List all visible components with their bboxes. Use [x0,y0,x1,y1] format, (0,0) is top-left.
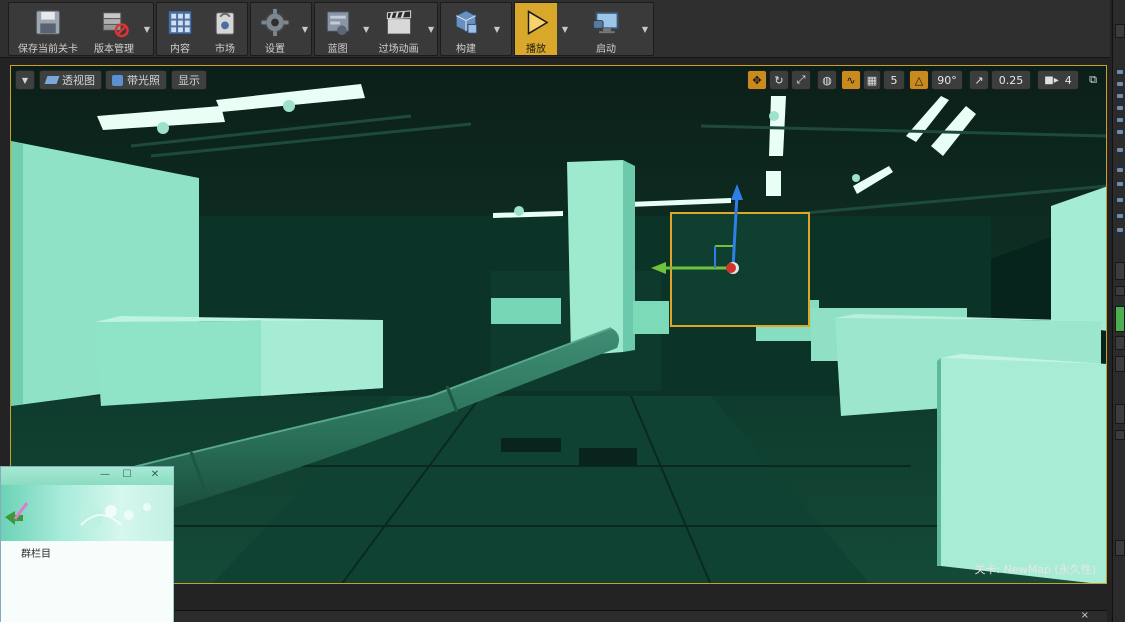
maximize-icon[interactable]: ☐ [119,468,135,482]
column-label: 群栏目 [21,549,51,560]
details-row[interactable] [1115,404,1125,424]
side-item-icon[interactable] [1117,168,1123,172]
perspective-icon [44,76,60,84]
current-level-label: 关卡: NewMap (永久性) [974,563,1097,576]
camera-speed-button[interactable]: ■▸ 4 [1037,70,1079,90]
cinematics-button[interactable]: 过场动画 [372,3,425,55]
play-options-dropdown[interactable]: ▼ [557,3,573,55]
launch-dropdown[interactable]: ▼ [639,3,651,55]
window-titlebar[interactable]: — ☐ ✕ [1,467,173,485]
side-panel-strip [1112,0,1125,622]
details-row[interactable] [1115,336,1125,350]
blueprints-dropdown[interactable]: ▼ [360,3,372,55]
clapperboard-icon [386,10,411,35]
world-space-icon[interactable]: ◍ [817,70,837,90]
rotation-snap-value[interactable]: 90° [931,70,963,90]
details-row[interactable] [1115,540,1125,556]
close-icon[interactable]: ✕ [147,468,163,482]
side-item-icon[interactable] [1117,228,1123,232]
settings-button[interactable]: 设置 [251,3,299,55]
lit-sphere-icon [112,74,123,86]
add-component-button[interactable] [1115,306,1125,332]
editor-window: 保存当前关卡 版本管理 ▼ 内容 市场 设置 ▼ 蓝图 ▼ 过场动画 ▼ 构建 … [0,0,1125,622]
toolbar-group-build: 构建 ▼ [440,2,512,56]
side-item-icon[interactable] [1117,198,1123,202]
play-button[interactable]: 播放 [515,3,557,55]
marketplace-icon [215,12,235,35]
launch-button[interactable]: 启动 [573,3,639,55]
save-icon [35,10,61,35]
close-icon[interactable]: × [1081,610,1089,621]
gear-icon [261,8,289,37]
details-tab[interactable] [1115,286,1125,296]
camera-icon: ■▸ [1044,74,1059,86]
toolbar-group-play: 播放 ▼ 启动 ▼ [514,2,654,56]
build-button[interactable]: 构建 [441,3,491,55]
side-item-icon[interactable] [1117,182,1123,186]
build-cubes-icon [455,10,478,34]
toolbar-group-settings: 设置 ▼ [250,2,312,56]
scale-snap-value[interactable]: 0.25 [991,70,1031,90]
window-banner [1,485,173,541]
launch-monitor-icon [592,11,619,34]
content-browser-icon [167,10,193,35]
bottom-panel-tabbar: × [175,610,1107,622]
side-item-icon[interactable] [1117,118,1123,122]
source-control-button[interactable]: 版本管理 [87,3,141,55]
details-row[interactable] [1115,430,1125,440]
viewport-options-button[interactable]: ▼ [15,70,35,90]
rotation-snap-icon[interactable]: △ [909,70,929,90]
grid-snap-icon[interactable]: ▦ [863,70,881,90]
level-viewport[interactable]: ▼ 透视图 带光照 显示 ✥ ↻ ⤢ ◍ ∿ ▦ 5 △ 90° ↗ 0.25 [10,65,1107,584]
build-dropdown[interactable]: ▼ [491,3,503,55]
main-toolbar: 保存当前关卡 版本管理 ▼ 内容 市场 设置 ▼ 蓝图 ▼ 过场动画 ▼ 构建 … [0,0,1110,58]
marketplace-button[interactable]: 市场 [203,3,247,55]
settings-dropdown[interactable]: ▼ [299,3,311,55]
side-item-icon[interactable] [1117,148,1123,152]
blueprint-icon [326,11,349,36]
source-control-dropdown[interactable]: ▼ [141,3,153,55]
side-item-icon[interactable] [1117,130,1123,134]
view-mode-lit-button[interactable]: 带光照 [105,70,167,90]
grid-snap-value[interactable]: 5 [883,70,905,90]
save-current-level-button[interactable]: 保存当前关卡 [9,3,87,55]
window-body: 群栏目 [1,541,173,622]
side-item-icon[interactable] [1117,82,1123,86]
viewport-scene[interactable] [11,66,1107,584]
side-item-icon[interactable] [1117,214,1123,218]
side-item-icon[interactable] [1117,70,1123,74]
details-row[interactable] [1115,356,1125,372]
scale-mode-icon[interactable]: ⤢ [791,70,811,90]
scale-snap-icon[interactable]: ↗ [969,70,989,90]
floating-tool-window: — ☐ ✕ 群栏目 [0,466,174,622]
rotate-mode-icon[interactable]: ↻ [769,70,789,90]
play-icon [527,10,549,35]
toolbar-group-content: 内容 市场 [156,2,248,56]
surface-snap-icon[interactable]: ∿ [841,70,861,90]
toolbar-group-blueprints: 蓝图 ▼ 过场动画 ▼ [314,2,438,56]
side-item-icon[interactable] [1117,106,1123,110]
details-panel-header[interactable] [1115,262,1125,280]
minimize-icon[interactable]: — [97,468,113,482]
side-item-icon[interactable] [1117,94,1123,98]
translate-mode-icon[interactable]: ✥ [747,70,767,90]
perspective-button[interactable]: 透视图 [39,70,102,90]
toolbar-group-file: 保存当前关卡 版本管理 ▼ [8,2,154,56]
cinematics-dropdown[interactable]: ▼ [425,3,437,55]
maximize-viewport-icon[interactable]: ⧉ [1085,70,1101,90]
blueprints-button[interactable]: 蓝图 [315,3,360,55]
source-control-icon [102,12,129,38]
show-flags-button[interactable]: 显示 [171,70,207,90]
content-button[interactable]: 内容 [157,3,203,55]
chevron-down-icon: ▼ [21,75,29,85]
side-panel-header[interactable] [1115,24,1125,38]
banner-decoration [5,502,151,529]
